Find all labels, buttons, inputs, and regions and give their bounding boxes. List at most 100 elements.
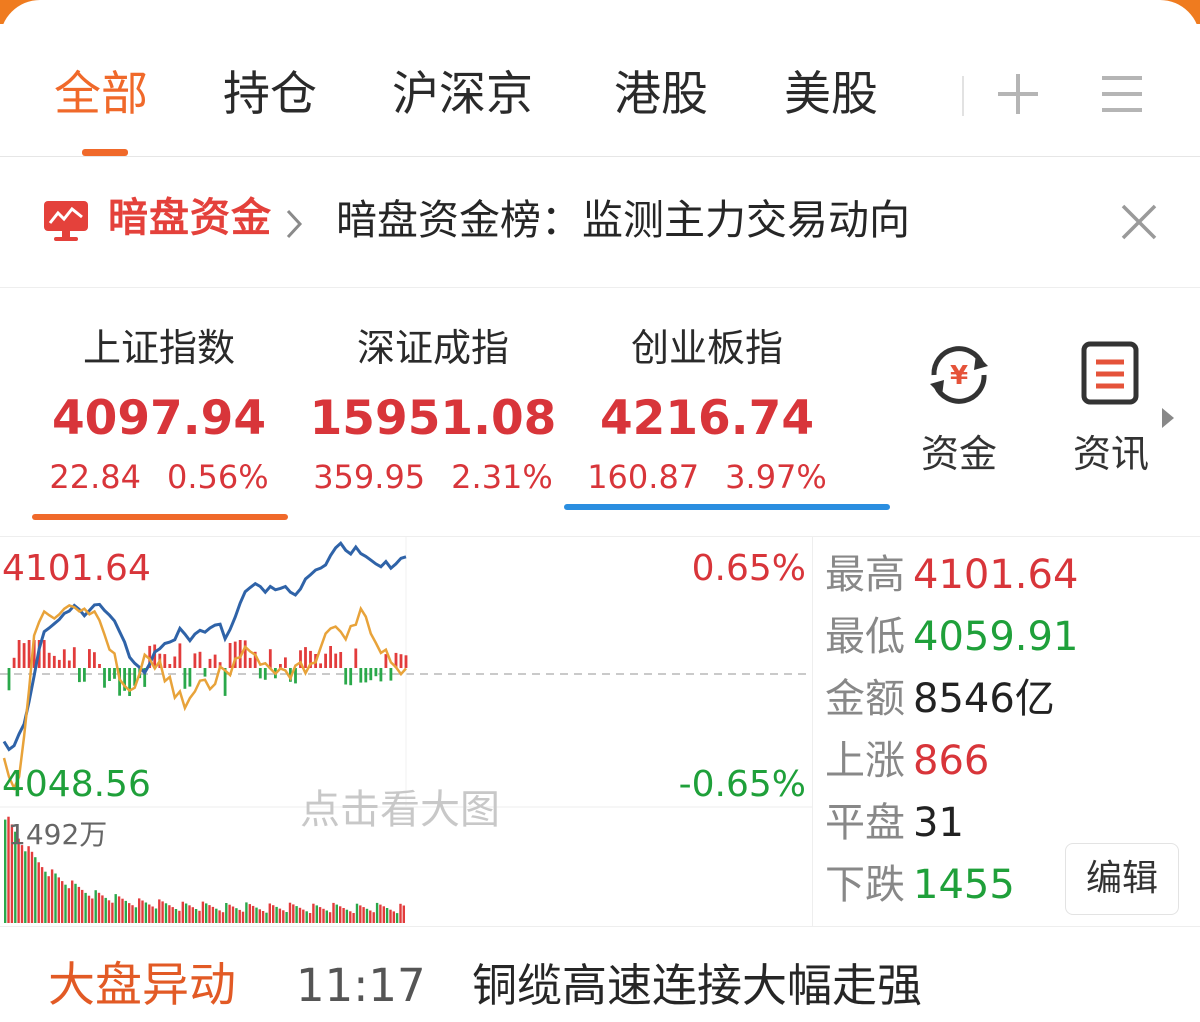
volume-bar bbox=[402, 905, 405, 923]
volume-bar bbox=[67, 888, 71, 923]
tab-all[interactable]: 全部 bbox=[54, 60, 148, 130]
volume-bar bbox=[225, 903, 228, 923]
volume-bar bbox=[81, 889, 84, 923]
intraday-chart[interactable]: 4101.64 4048.56 0.65% -0.65% 1492万 点击看大图 bbox=[0, 536, 812, 927]
volume-bar bbox=[352, 913, 355, 923]
dark-pool-banner[interactable]: 暗盘资金 暗盘资金榜：监测主力交易动向 bbox=[0, 157, 1200, 288]
stat-label: 最低 bbox=[825, 614, 905, 660]
volume-bar bbox=[144, 902, 148, 923]
volume-bar bbox=[325, 910, 328, 923]
tick-bar bbox=[324, 653, 327, 668]
volume-bar bbox=[208, 905, 211, 923]
tick-bar bbox=[213, 654, 217, 668]
down-percent-label: -0.65% bbox=[678, 764, 806, 805]
index-card-shenzhen[interactable]: 深证成指 15951.08 359.95 2.31% bbox=[298, 320, 568, 502]
volume-bar bbox=[392, 911, 395, 923]
volume-bar bbox=[305, 911, 308, 923]
volume-bar bbox=[47, 876, 50, 923]
volume-bar bbox=[282, 910, 285, 923]
tick-bar bbox=[374, 668, 378, 677]
tab-holdings[interactable]: 持仓 bbox=[223, 60, 317, 130]
volume-bar bbox=[71, 880, 74, 923]
volume-bar bbox=[134, 907, 138, 923]
tick-bar bbox=[193, 653, 197, 668]
tick-bar bbox=[98, 664, 101, 668]
volume-bar bbox=[298, 907, 302, 923]
tab-hk-stocks[interactable]: 港股 bbox=[614, 60, 708, 130]
volume-bar bbox=[30, 851, 34, 923]
volume-bar bbox=[302, 909, 305, 923]
view-large-chart-hint[interactable]: 点击看大图 bbox=[300, 783, 500, 837]
volume-bar bbox=[318, 907, 322, 923]
volume-bar bbox=[107, 900, 111, 923]
menu-icon[interactable] bbox=[1100, 72, 1144, 116]
scroll-right-arrow-icon[interactable] bbox=[1160, 406, 1176, 430]
volume-bar bbox=[4, 819, 7, 923]
volume-bar bbox=[369, 910, 372, 923]
volume-bar bbox=[181, 901, 184, 923]
high-label: 4101.64 bbox=[2, 548, 151, 589]
volume-bar bbox=[50, 869, 54, 923]
volume-bar bbox=[258, 909, 261, 923]
tick-bar bbox=[93, 652, 96, 668]
volume-bar bbox=[111, 902, 114, 923]
tick-bar bbox=[354, 648, 358, 668]
tick-bar bbox=[113, 668, 116, 679]
tick-bar bbox=[108, 668, 111, 681]
index-change-percent: 0.56% bbox=[166, 458, 269, 496]
volume-bar bbox=[64, 884, 67, 923]
volume-bar bbox=[74, 883, 77, 923]
volume-bar bbox=[288, 902, 292, 923]
tick-bar bbox=[399, 654, 403, 668]
tab-us-stocks[interactable]: 美股 bbox=[784, 60, 878, 130]
tick-bar bbox=[359, 668, 363, 683]
tick-bar bbox=[404, 655, 408, 668]
tick-bar bbox=[248, 657, 252, 668]
stat-label: 最高 bbox=[825, 552, 905, 598]
volume-bar bbox=[37, 862, 40, 923]
tick-bar bbox=[168, 664, 172, 668]
volume-bar bbox=[328, 912, 332, 923]
tick-bar bbox=[344, 668, 348, 685]
stat-high: 最高 4101.64 bbox=[825, 545, 1078, 605]
tick-bar bbox=[379, 668, 383, 682]
capital-flow-label: 资金 bbox=[920, 432, 997, 476]
tick-bar bbox=[173, 656, 177, 668]
volume-bar bbox=[221, 912, 225, 923]
index-name: 上证指数 bbox=[82, 326, 235, 370]
volume-bar bbox=[57, 877, 60, 923]
tab-a-shares[interactable]: 沪深京 bbox=[392, 60, 533, 130]
volume-bar bbox=[342, 908, 345, 923]
volume-bar bbox=[178, 910, 181, 923]
volume-bar bbox=[359, 905, 362, 923]
capital-flow-button[interactable]: ¥ 资金 bbox=[904, 340, 1014, 482]
volume-label: 1492万 bbox=[8, 818, 108, 851]
plus-icon[interactable] bbox=[994, 70, 1042, 118]
volume-bar bbox=[345, 909, 349, 923]
edit-button[interactable]: 编辑 bbox=[1065, 843, 1179, 915]
volume-bar bbox=[154, 908, 158, 923]
volume-bar bbox=[382, 906, 385, 923]
volume-bar bbox=[40, 867, 44, 923]
index-change-percent: 2.31% bbox=[451, 458, 553, 496]
volume-bar bbox=[198, 910, 201, 923]
index-card-shanghai[interactable]: 上证指数 4097.94 22.84 0.56% bbox=[24, 320, 294, 502]
stat-decliners: 下跌 1455 bbox=[825, 855, 1015, 915]
index-name: 创业板指 bbox=[630, 326, 783, 370]
tick-bar bbox=[62, 649, 66, 668]
volume-bar bbox=[188, 905, 191, 923]
stat-value: 31 bbox=[913, 800, 964, 846]
market-alert-ticker[interactable]: 大盘异动 11:17 铜缆高速连接大幅走强 bbox=[0, 926, 1200, 1022]
volume-bar bbox=[211, 906, 215, 923]
index-card-chinext[interactable]: 创业板指 4216.74 160.87 3.97% bbox=[572, 320, 842, 502]
volume-bar bbox=[24, 851, 27, 923]
close-icon[interactable] bbox=[1120, 203, 1158, 241]
volume-bar bbox=[278, 908, 282, 923]
tick-bar bbox=[198, 651, 202, 668]
volume-bar bbox=[201, 901, 205, 923]
tick-bar bbox=[178, 643, 182, 668]
stat-low: 最低 4059.91 bbox=[825, 607, 1078, 667]
tick-bar bbox=[263, 668, 267, 680]
news-button[interactable]: 资讯 bbox=[1056, 340, 1166, 482]
volume-bar bbox=[332, 902, 335, 923]
